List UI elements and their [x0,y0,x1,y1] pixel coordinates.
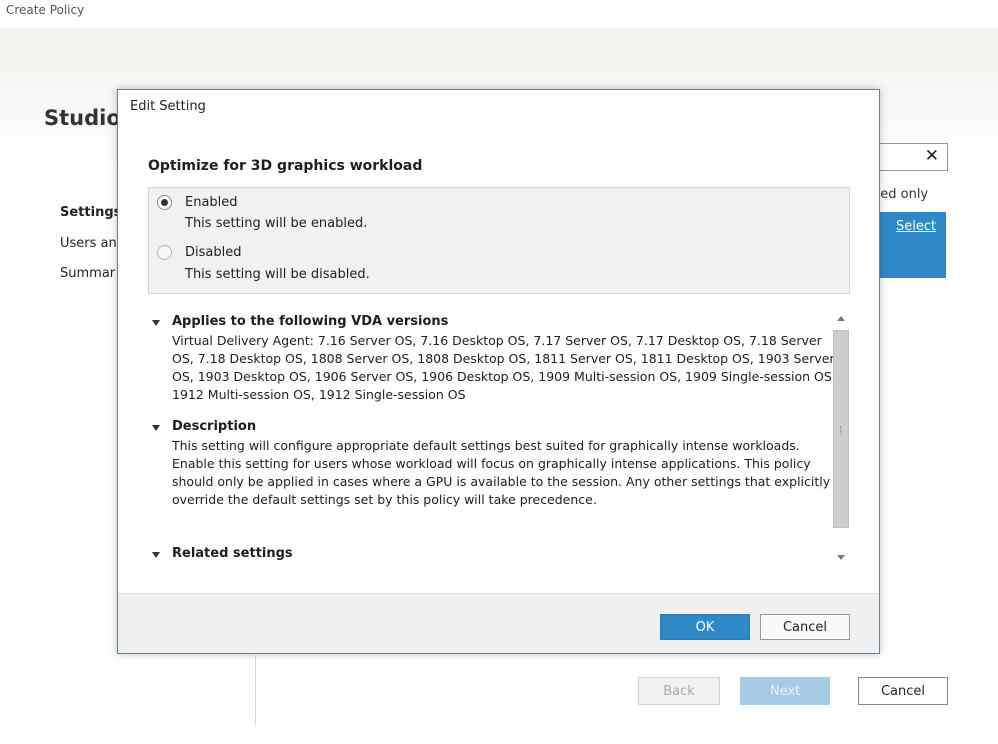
description-body: This setting will configure appropriate … [172,438,831,507]
enabled-label[interactable]: Enabled [185,195,238,210]
disabled-description: This setting will be disabled. [185,267,370,282]
wizard-cancel-button[interactable]: Cancel [858,677,948,705]
search-box[interactable]: ✕ [868,143,948,171]
clear-search-icon[interactable]: ✕ [925,146,939,166]
window-title: Create Policy [6,3,85,17]
scroll-down-icon[interactable] [837,555,845,560]
options-group: Enabled This setting will be enabled. Di… [148,187,850,294]
select-link[interactable]: Select [896,219,936,234]
edit-setting-dialog: Edit Setting Optimize for 3D graphics wo… [117,89,880,654]
nav-item-users[interactable]: Users an [60,236,117,251]
disabled-label[interactable]: Disabled [185,245,241,260]
disabled-radio[interactable] [157,245,172,260]
studio-label: Studio [44,106,121,130]
ok-button[interactable]: OK [660,614,750,640]
divider [255,655,256,725]
related-section: Related settings [148,546,833,566]
next-button[interactable]: Next [740,677,830,705]
setting-heading: Optimize for 3D graphics workload [148,158,423,174]
scroll-grip-icon [840,426,842,434]
vertical-scrollbar[interactable] [832,308,850,566]
enabled-description: This setting will be enabled. [185,216,368,231]
scroll-thumb[interactable] [833,330,849,528]
nav-item-settings[interactable]: Settings [60,205,121,220]
info-scroll-area: Applies to the following VDA versions Vi… [148,308,853,568]
collapse-triangle-icon[interactable] [152,320,160,326]
applies-body: Virtual Delivery Agent: 7.16 Server OS, … [172,333,836,402]
dialog-title: Edit Setting [130,99,206,114]
description-title[interactable]: Description [172,419,256,434]
enabled-radio[interactable] [157,195,172,210]
dialog-footer: OK Cancel [118,593,879,653]
description-section: Description This setting will configure … [148,419,833,539]
nav-item-summary[interactable]: Summar [60,266,115,281]
applies-title[interactable]: Applies to the following VDA versions [172,314,448,329]
dialog-cancel-button[interactable]: Cancel [760,614,850,640]
back-button[interactable]: Back [638,677,720,705]
collapse-triangle-icon[interactable] [152,425,160,431]
scroll-up-icon[interactable] [837,316,845,321]
applies-section: Applies to the following VDA versions Vi… [148,314,836,414]
collapse-triangle-icon[interactable] [152,552,160,558]
related-title[interactable]: Related settings [172,546,293,561]
